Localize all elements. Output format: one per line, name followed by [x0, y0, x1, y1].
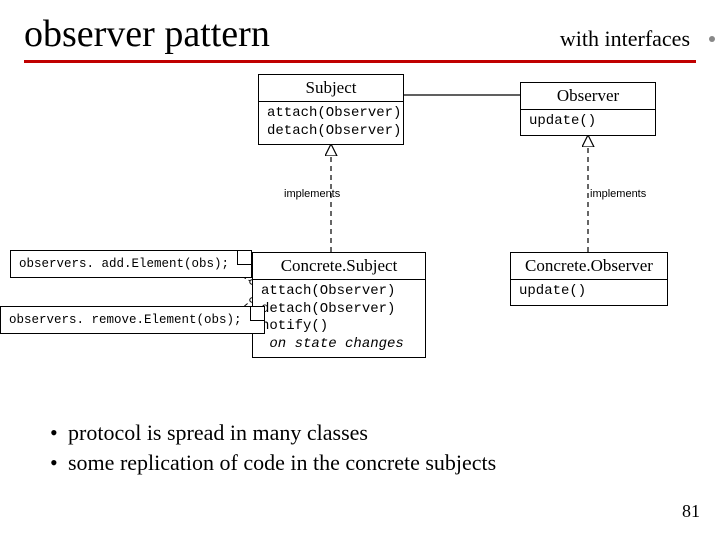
uml-diagram: Subject attach(Observer) detach(Observer…: [0, 72, 720, 402]
class-concrete-observer: Concrete.Observer update(): [510, 252, 668, 306]
bullet-dot-icon: •: [50, 418, 68, 448]
note-add-element: observers. add.Element(obs);: [10, 250, 252, 278]
class-subject: Subject attach(Observer) detach(Observer…: [258, 74, 404, 145]
class-subject-name: Subject: [259, 75, 403, 102]
cs-op3: notify(): [261, 318, 328, 334]
subject-op2: detach(Observer): [267, 123, 401, 139]
subject-op1: attach(Observer): [267, 105, 401, 121]
note-add-text: observers. add.Element(obs);: [19, 257, 229, 271]
note-fold-icon: [237, 251, 251, 265]
class-concrete-subject-body: attach(Observer) detach(Observer) notify…: [253, 280, 425, 357]
class-observer-name: Observer: [521, 83, 655, 110]
class-concrete-subject-name: Concrete.Subject: [253, 253, 425, 280]
title-row: observer pattern with interfaces: [24, 12, 696, 56]
bullet-2: •some replication of code in the concret…: [50, 448, 496, 478]
title-rule: [24, 60, 696, 63]
label-implements-left: implements: [284, 188, 340, 200]
class-observer-body: update(): [521, 110, 655, 135]
slide: observer pattern with interfaces: [0, 0, 720, 540]
bullet-2-text: some replication of code in the concrete…: [68, 448, 496, 478]
class-subject-body: attach(Observer) detach(Observer): [259, 102, 403, 144]
cs-op1: attach(Observer): [261, 283, 395, 299]
note-fold-icon: [250, 307, 264, 321]
note-remove-text: observers. remove.Element(obs);: [9, 313, 242, 327]
bullet-1-text: protocol is spread in many classes: [68, 418, 368, 448]
cs-op4: on state changes: [269, 336, 403, 352]
class-concrete-observer-body: update(): [511, 280, 667, 305]
page-subtitle: with interfaces: [560, 26, 690, 52]
page-title: observer pattern: [24, 12, 270, 56]
bullet-1: •protocol is spread in many classes: [50, 418, 496, 448]
class-concrete-subject: Concrete.Subject attach(Observer) detach…: [252, 252, 426, 358]
co-op1: update(): [519, 283, 586, 299]
class-concrete-observer-name: Concrete.Observer: [511, 253, 667, 280]
class-observer: Observer update(): [520, 82, 656, 136]
bullet-list: •protocol is spread in many classes •som…: [50, 418, 496, 477]
note-remove-element: observers. remove.Element(obs);: [0, 306, 265, 334]
page-number: 81: [682, 501, 700, 522]
side-marker: [709, 36, 715, 42]
label-implements-right: implements: [590, 188, 646, 200]
cs-op2: detach(Observer): [261, 301, 395, 317]
observer-op1: update(): [529, 113, 596, 129]
bullet-dot-icon: •: [50, 448, 68, 478]
